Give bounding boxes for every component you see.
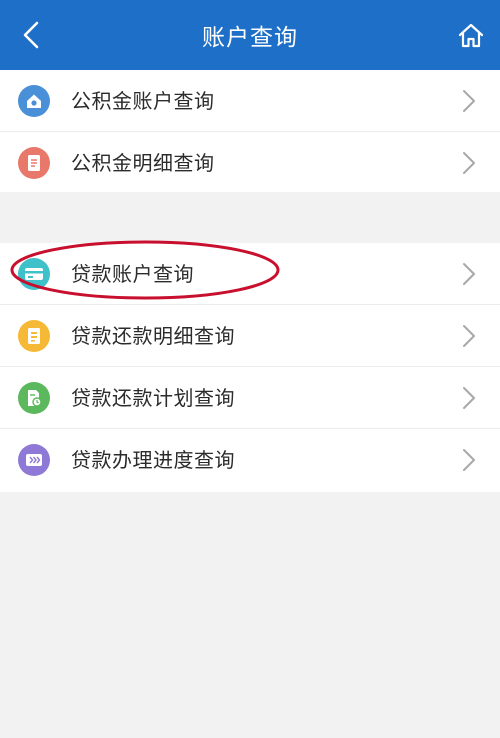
menu-item-loan-account[interactable]: 贷款账户查询 (0, 243, 500, 305)
card-icon (18, 258, 50, 290)
menu-item-loan-progress[interactable]: 贷款办理进度查询 (0, 429, 500, 491)
chevron-right-icon (463, 325, 475, 347)
page-title: 账户查询 (202, 25, 298, 51)
menu-item-label: 贷款还款计划查询 (71, 386, 235, 410)
file-clock-icon (18, 382, 50, 414)
menu-item-label: 贷款还款明细查询 (71, 324, 235, 348)
menu-item-label: 贷款办理进度查询 (71, 448, 235, 472)
document-icon (18, 147, 50, 179)
menu-item-fund-account[interactable]: 公积金账户查询 (0, 70, 500, 132)
chevron-right-icon (463, 263, 475, 285)
menu-item-label: 公积金明细查询 (71, 151, 215, 175)
loan-query-group: 贷款账户查询 贷款还款明细查询 贷款还款计划查询 贷款办理进度查询 (0, 243, 500, 492)
account-query-group: 公积金账户查询 公积金明细查询 (0, 70, 500, 192)
document-icon (18, 320, 50, 352)
menu-item-label: 公积金账户查询 (71, 89, 215, 113)
back-button[interactable] (14, 18, 48, 52)
chevron-right-icon (463, 152, 475, 174)
menu-item-label: 贷款账户查询 (71, 262, 194, 286)
menu-item-loan-repayment-plan[interactable]: 贷款还款计划查询 (0, 367, 500, 429)
app-header: 账户查询 (0, 0, 500, 70)
chevron-left-icon (23, 21, 39, 49)
chevron-right-icon (463, 387, 475, 409)
chevron-right-icon (463, 449, 475, 471)
house-icon (18, 85, 50, 117)
chevron-right-icon (463, 90, 475, 112)
progress-icon (18, 444, 50, 476)
menu-item-loan-repayment-details[interactable]: 贷款还款明细查询 (0, 305, 500, 367)
menu-item-fund-details[interactable]: 公积金明细查询 (0, 132, 500, 194)
home-button[interactable] (454, 18, 488, 52)
home-icon (458, 23, 484, 48)
